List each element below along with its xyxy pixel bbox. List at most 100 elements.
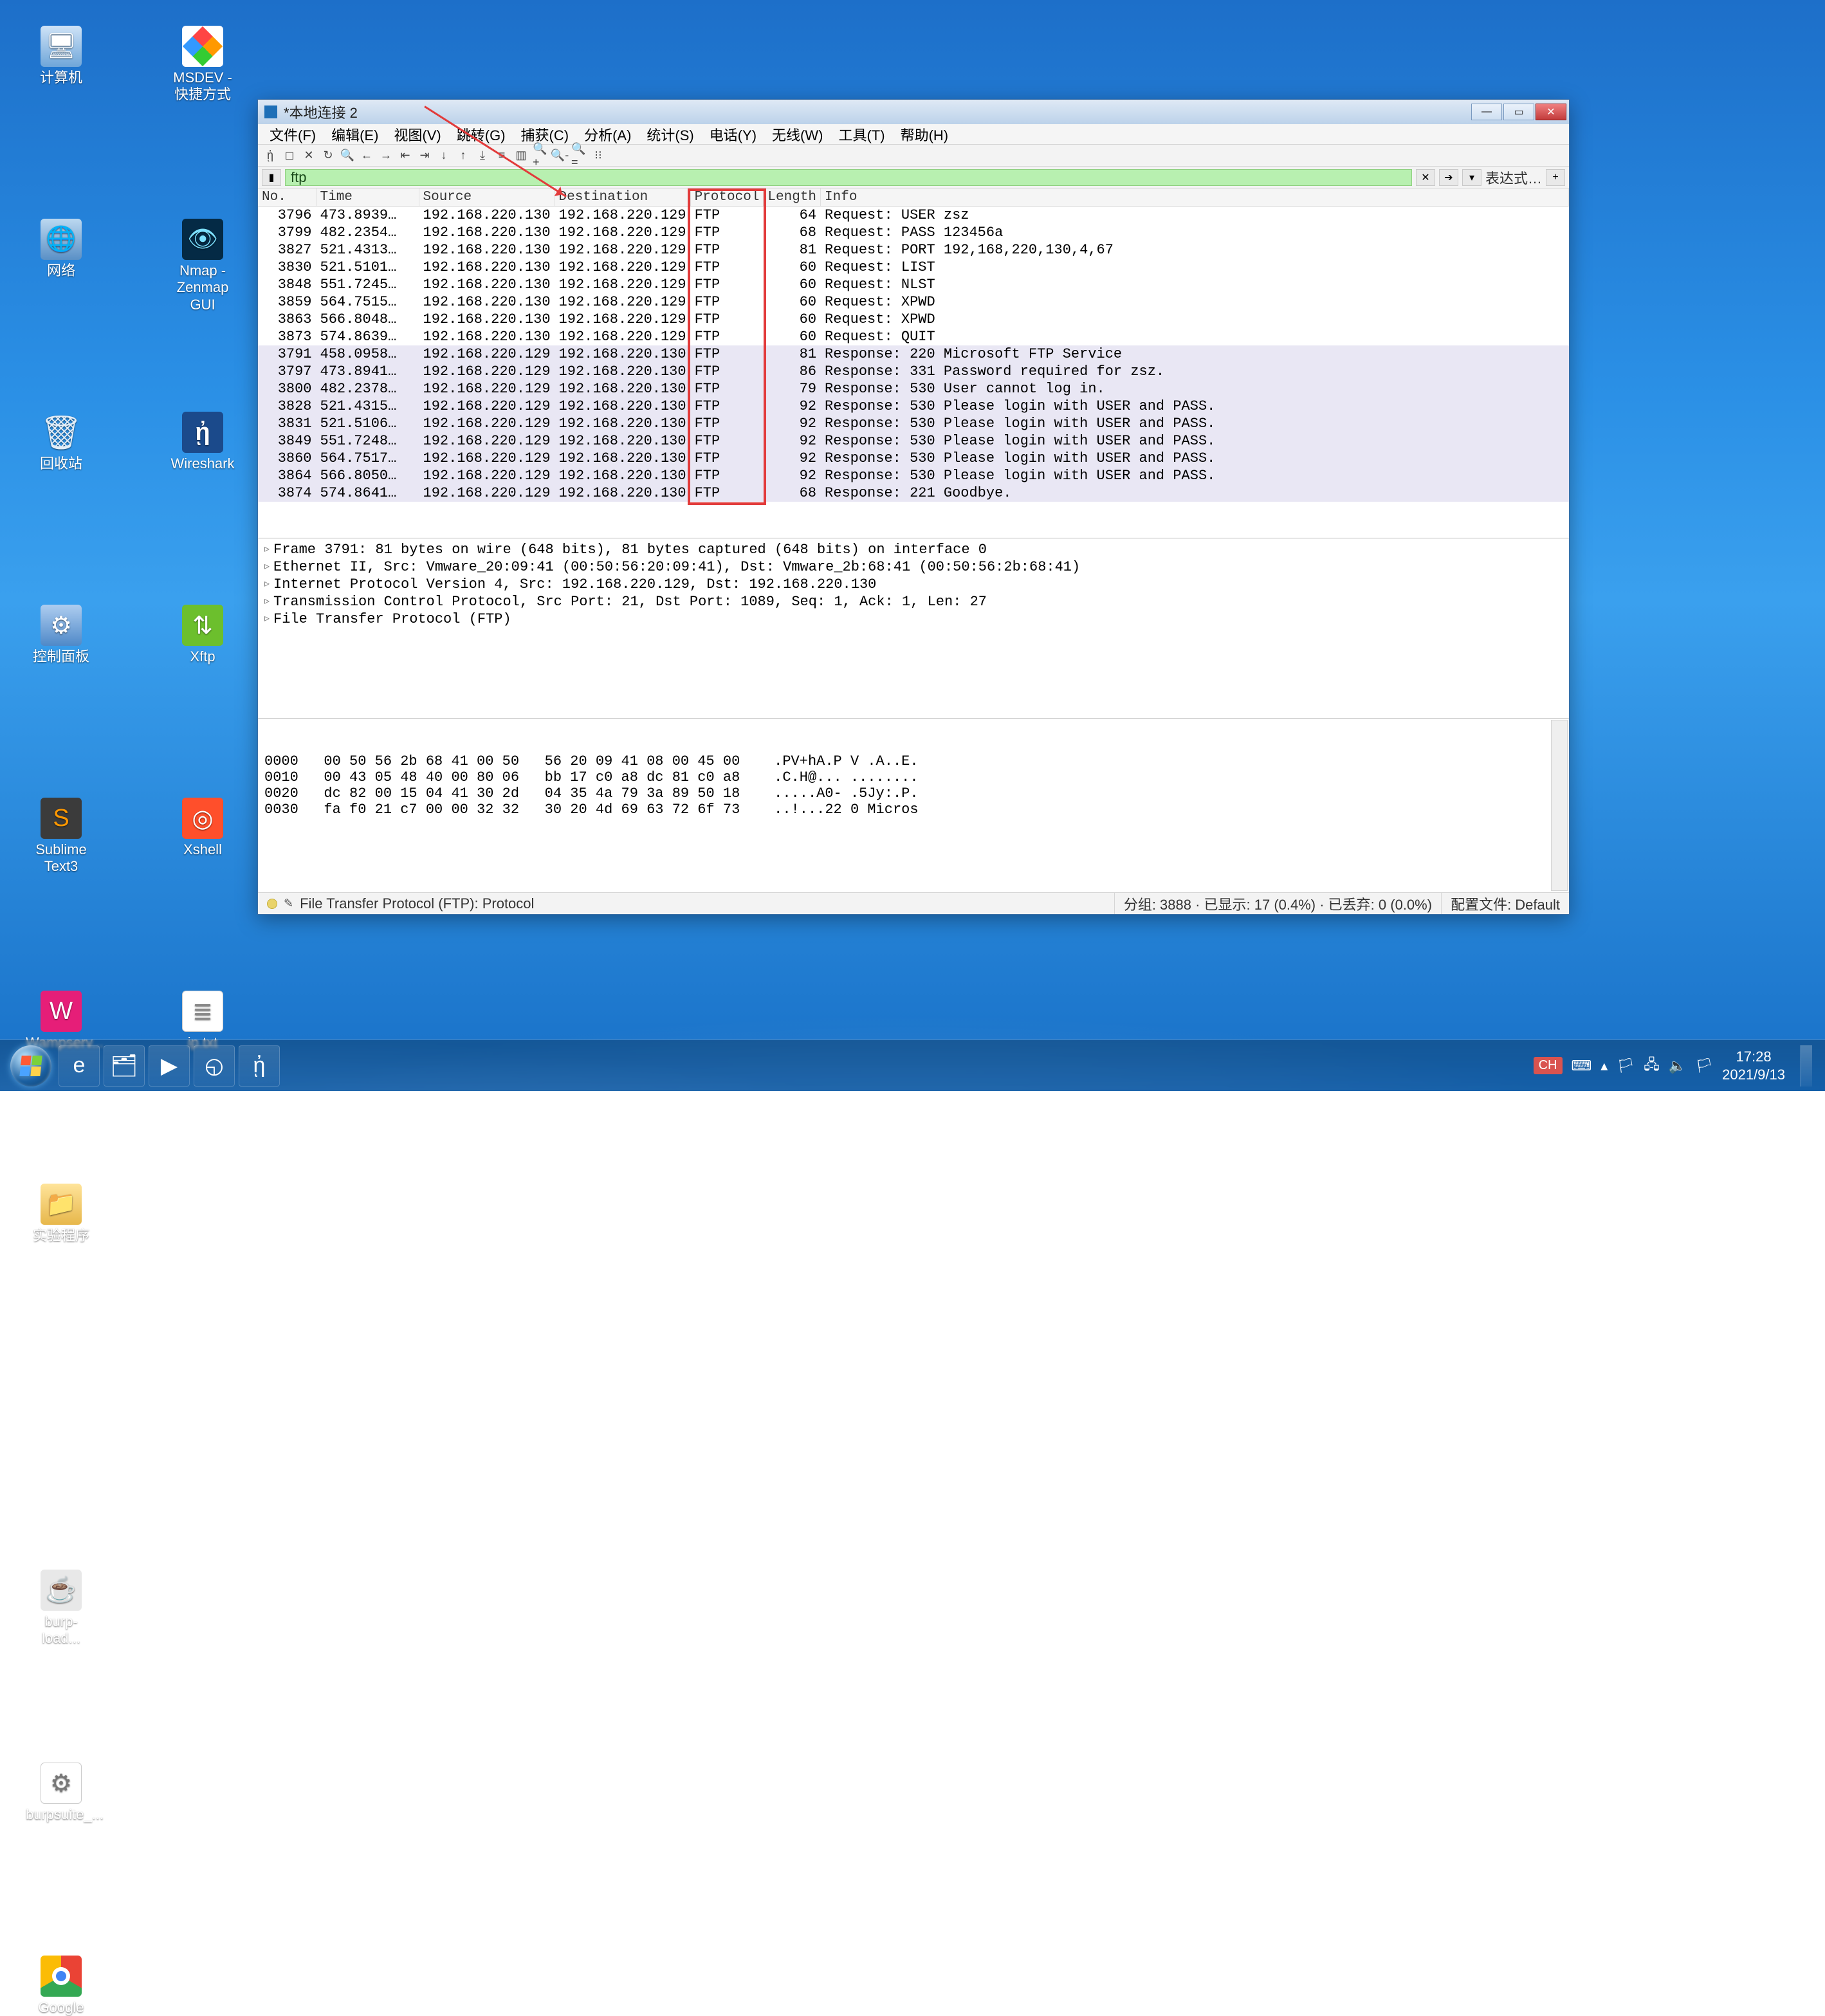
- packet-row[interactable]: 3830521.5101…192.168.220.130192.168.220.…: [258, 259, 1569, 276]
- menu-item-1[interactable]: 编辑(E): [324, 123, 386, 146]
- packet-row[interactable]: 3797473.8941…192.168.220.129192.168.220.…: [258, 363, 1569, 380]
- packet-row[interactable]: 3831521.5106…192.168.220.129192.168.220.…: [258, 415, 1569, 432]
- toolbar-button-13[interactable]: ▥: [513, 147, 529, 164]
- maximize-button[interactable]: ▭: [1503, 104, 1534, 120]
- bookmark-filter-icon[interactable]: ▮: [262, 169, 281, 186]
- packet-row[interactable]: 3791458.0958…192.168.220.129192.168.220.…: [258, 345, 1569, 363]
- packet-row[interactable]: 3799482.2354…192.168.220.130192.168.220.…: [258, 224, 1569, 241]
- tray-caret-icon[interactable]: ▴: [1600, 1058, 1608, 1074]
- toolbar-button-2[interactable]: ✕: [300, 147, 317, 164]
- show-desktop-button[interactable]: [1801, 1045, 1812, 1086]
- toolbar-button-15[interactable]: 🔍-: [551, 147, 568, 164]
- toolbar-button-6[interactable]: →: [378, 147, 394, 164]
- toolbar-button-11[interactable]: ⤓: [474, 147, 491, 164]
- desktop-icon-wireshark-dt[interactable]: Wireshark: [167, 412, 238, 472]
- column-header-info[interactable]: Info: [821, 188, 1569, 206]
- system-tray[interactable]: CH ⌨ ▴ 🏳 🖧 🔈 🏳 17:28 2021/9/13: [1534, 1045, 1820, 1086]
- desktop-icon-xftp[interactable]: Xftp: [167, 605, 238, 665]
- minimize-button[interactable]: —: [1471, 104, 1502, 120]
- packet-row[interactable]: 3848551.7245…192.168.220.130192.168.220.…: [258, 276, 1569, 293]
- packet-row[interactable]: 3873574.8639…192.168.220.130192.168.220.…: [258, 328, 1569, 345]
- packet-row[interactable]: 3828521.4315…192.168.220.129192.168.220.…: [258, 398, 1569, 415]
- toolbar-button-9[interactable]: ↓: [436, 147, 452, 164]
- tb-ws[interactable]: ᾐ: [239, 1045, 280, 1086]
- detail-line[interactable]: Internet Protocol Version 4, Src: 192.16…: [264, 576, 1563, 593]
- tb-chrome[interactable]: ◵: [194, 1045, 235, 1086]
- status-right[interactable]: 配置文件: Default: [1442, 893, 1569, 914]
- toolbar-button-3[interactable]: ↻: [320, 147, 336, 164]
- notification-icon[interactable]: 🏳: [1695, 1058, 1713, 1074]
- packet-row[interactable]: 3860564.7517…192.168.220.129192.168.220.…: [258, 450, 1569, 467]
- packet-row[interactable]: 3859564.7515…192.168.220.130192.168.220.…: [258, 293, 1569, 311]
- detail-line[interactable]: File Transfer Protocol (FTP): [264, 610, 1563, 628]
- menu-item-3[interactable]: 跳转(G): [449, 123, 513, 146]
- recent-filter-icon[interactable]: ▾: [1462, 169, 1481, 186]
- clear-filter-icon[interactable]: ✕: [1416, 169, 1435, 186]
- desktop-icon-nmap[interactable]: Nmap - Zenmap GUI: [167, 219, 238, 313]
- column-header-source[interactable]: Source: [419, 188, 555, 206]
- toolbar-button-8[interactable]: ⇥: [416, 147, 433, 164]
- column-header-length[interactable]: Length: [764, 188, 821, 206]
- clock[interactable]: 17:28 2021/9/13: [1722, 1048, 1785, 1083]
- expert-info-icon[interactable]: [267, 899, 277, 909]
- toolbar-button-1[interactable]: ◻: [281, 147, 298, 164]
- toolbar-button-0[interactable]: ᾐ: [262, 147, 279, 164]
- desktop-icon-chrome-dt[interactable]: Google: [26, 1956, 96, 2016]
- network-icon[interactable]: 🖧: [1644, 1054, 1660, 1078]
- column-header-protocol[interactable]: Protocol: [690, 188, 764, 206]
- menu-item-2[interactable]: 视图(V): [386, 123, 448, 146]
- desktop-icon-computer[interactable]: 计算机: [26, 26, 96, 86]
- tb-media[interactable]: ▶: [149, 1045, 190, 1086]
- toolbar-button-14[interactable]: 🔍+: [532, 147, 549, 164]
- toolbar-button-16[interactable]: 🔍=: [571, 147, 587, 164]
- packet-row[interactable]: 3874574.8641…192.168.220.129192.168.220.…: [258, 484, 1569, 502]
- titlebar[interactable]: *本地连接 2 — ▭ ✕: [258, 100, 1569, 124]
- close-button[interactable]: ✕: [1536, 104, 1566, 120]
- apply-filter-icon[interactable]: ➔: [1439, 169, 1458, 186]
- edit-icon[interactable]: ✎: [284, 897, 293, 910]
- desktop-icon-folder[interactable]: 实验程序: [26, 1184, 96, 1244]
- ime-lang-badge[interactable]: CH: [1534, 1057, 1563, 1074]
- packet-details-pane[interactable]: Frame 3791: 81 bytes on wire (648 bits),…: [258, 538, 1569, 719]
- desktop-icon-burpbat[interactable]: burpsuite_...: [26, 1763, 96, 1823]
- toolbar-button-7[interactable]: ⇤: [397, 147, 414, 164]
- desktop-icon-controlpanel[interactable]: 控制面板: [26, 605, 96, 665]
- expression-label[interactable]: 表达式…: [1485, 167, 1542, 188]
- column-header-time[interactable]: Time: [316, 188, 419, 206]
- detail-line[interactable]: Ethernet II, Src: Vmware_20:09:41 (00:50…: [264, 558, 1563, 576]
- packet-row[interactable]: 3796473.8939…192.168.220.130192.168.220.…: [258, 206, 1569, 225]
- menu-item-6[interactable]: 统计(S): [639, 123, 701, 146]
- volume-icon[interactable]: 🔈: [1669, 1058, 1686, 1074]
- detail-line[interactable]: Transmission Control Protocol, Src Port:…: [264, 593, 1563, 610]
- toolbar-button-4[interactable]: 🔍: [339, 147, 356, 164]
- add-filter-button[interactable]: +: [1546, 169, 1565, 186]
- menu-item-10[interactable]: 帮助(H): [893, 123, 957, 146]
- toolbar-button-10[interactable]: ↑: [455, 147, 472, 164]
- desktop-icon-xshell[interactable]: Xshell: [167, 798, 238, 858]
- desktop-icon-burpjar[interactable]: burp-load...: [26, 1570, 96, 1647]
- menu-item-7[interactable]: 电话(Y): [702, 123, 764, 146]
- packet-row[interactable]: 3827521.4313…192.168.220.130192.168.220.…: [258, 241, 1569, 259]
- desktop-icon-sublime[interactable]: Sublime Text3: [26, 798, 96, 875]
- tb-files[interactable]: 🗂: [104, 1045, 145, 1086]
- tb-ie[interactable]: e: [59, 1045, 100, 1086]
- packet-row[interactable]: 3863566.8048…192.168.220.130192.168.220.…: [258, 311, 1569, 328]
- packet-row[interactable]: 3800482.2378…192.168.220.129192.168.220.…: [258, 380, 1569, 398]
- toolbar-button-12[interactable]: ≡: [493, 147, 510, 164]
- column-header-no[interactable]: No.: [258, 188, 316, 206]
- start-button[interactable]: [10, 1045, 51, 1086]
- column-header-destination[interactable]: Destination: [555, 188, 690, 206]
- toolbar-button-5[interactable]: ←: [358, 147, 375, 164]
- desktop-icon-recycle[interactable]: 回收站: [26, 412, 96, 472]
- display-filter-input[interactable]: [285, 169, 1412, 186]
- packet-bytes-pane[interactable]: 0000 00 50 56 2b 68 41 00 50 56 20 09 41…: [258, 719, 1569, 892]
- toolbar-button-17[interactable]: ⁝⁝: [590, 147, 607, 164]
- action-center-icon[interactable]: 🏳: [1617, 1058, 1635, 1074]
- packet-list-pane[interactable]: No.TimeSourceDestinationProtocolLengthIn…: [258, 188, 1569, 538]
- detail-line[interactable]: Frame 3791: 81 bytes on wire (648 bits),…: [264, 541, 1563, 558]
- menu-item-8[interactable]: 无线(W): [764, 123, 830, 146]
- menu-item-9[interactable]: 工具(T): [830, 123, 892, 146]
- ime-icon[interactable]: ⌨: [1572, 1058, 1592, 1074]
- scrollbar[interactable]: [1551, 720, 1568, 891]
- desktop-icon-network[interactable]: 网络: [26, 219, 96, 279]
